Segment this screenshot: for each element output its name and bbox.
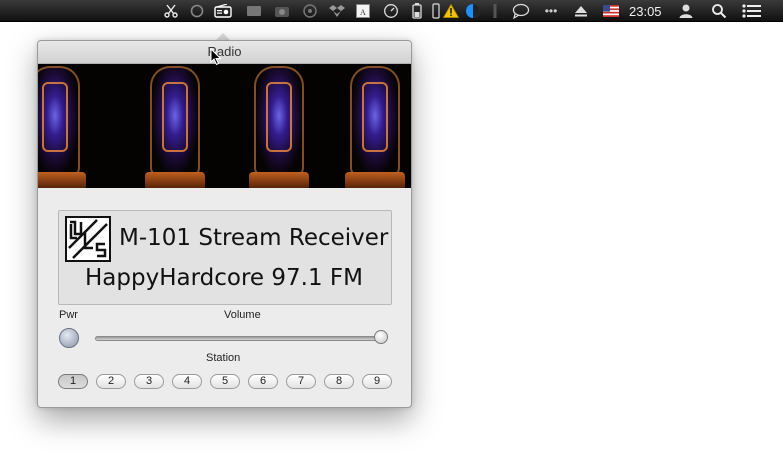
tube-image	[254, 66, 304, 176]
menu-clock[interactable]: 23:05	[629, 4, 662, 19]
eject-icon[interactable]	[573, 3, 589, 19]
window-title: Radio	[38, 41, 411, 64]
station-button-5[interactable]: 5	[210, 374, 240, 389]
station-button-2[interactable]: 2	[96, 374, 126, 389]
power-label: Pwr	[59, 309, 78, 321]
receiver-display: M-101 Stream Receiver HappyHardcore 97.1…	[58, 210, 392, 305]
search-icon[interactable]	[710, 3, 728, 19]
power-button[interactable]	[59, 328, 79, 348]
svg-text:A: A	[360, 8, 366, 17]
ellipsis-icon[interactable]: •••	[542, 3, 560, 19]
tube-image	[350, 66, 400, 176]
uls-logo	[65, 216, 111, 262]
station-button-9[interactable]: 9	[362, 374, 392, 389]
list-icon[interactable]	[741, 3, 763, 19]
volume-slider-knob[interactable]	[374, 330, 388, 344]
user-icon[interactable]	[677, 3, 695, 19]
battery-level-icon[interactable]	[430, 3, 442, 19]
station-button-8[interactable]: 8	[324, 374, 354, 389]
us-flag-icon[interactable]	[602, 3, 620, 19]
radio-icon[interactable]	[213, 3, 233, 19]
station-button-7[interactable]: 7	[286, 374, 316, 389]
speedometer-icon[interactable]	[382, 3, 400, 19]
station-name: HappyHardcore 97.1 FM	[85, 265, 363, 291]
chat-bubble-icon[interactable]	[511, 3, 531, 19]
station-label: Station	[206, 352, 241, 364]
timer-icon[interactable]	[301, 3, 319, 19]
tube-image	[150, 66, 200, 176]
display-icon[interactable]	[245, 3, 263, 19]
scissors-icon[interactable]	[163, 3, 179, 19]
volume-slider[interactable]	[95, 336, 385, 341]
camera-icon[interactable]	[273, 3, 291, 19]
menu-bar: A ••• 23:05	[0, 0, 783, 22]
warning-icon[interactable]	[443, 3, 459, 19]
dropbox-icon[interactable]	[328, 3, 346, 19]
vacuum-tubes-banner	[38, 64, 411, 188]
half-circle-icon[interactable]	[464, 3, 482, 19]
mouse-cursor-icon	[210, 48, 222, 66]
station-button-4[interactable]: 4	[172, 374, 202, 389]
station-button-3[interactable]: 3	[134, 374, 164, 389]
text-icon[interactable]: A	[355, 3, 371, 19]
radio-window: Radio M-101 Stream Receiver HappyHardcor…	[37, 40, 412, 408]
volume-label: Volume	[224, 309, 261, 321]
station-button-1[interactable]: 1	[58, 374, 88, 389]
receiver-title: M-101 Stream Receiver	[119, 225, 389, 251]
gear-outline-icon[interactable]	[188, 3, 206, 19]
battery-icon[interactable]	[410, 3, 424, 19]
tube-image	[38, 66, 80, 176]
station-button-6[interactable]: 6	[248, 374, 278, 389]
sync-icon[interactable]	[488, 3, 502, 19]
